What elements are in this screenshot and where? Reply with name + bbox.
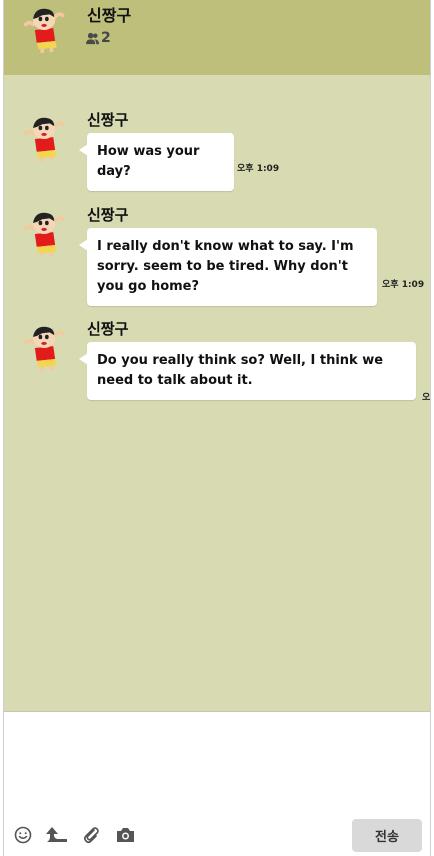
message-time: 오후 1:09 bbox=[382, 280, 425, 290]
member-count[interactable]: 2 bbox=[86, 30, 111, 46]
chat-title: 신짱구 bbox=[87, 6, 132, 25]
sender-name: 신짱구 bbox=[87, 111, 129, 129]
composer-toolbar bbox=[12, 824, 136, 846]
avatar[interactable] bbox=[22, 115, 68, 163]
share-button[interactable] bbox=[46, 824, 68, 846]
share-icon bbox=[46, 827, 67, 842]
message-time: 오 bbox=[422, 393, 430, 403]
avatar[interactable] bbox=[22, 324, 68, 372]
message-bubble: I really don't know what to say. I'm sor… bbox=[79, 228, 377, 306]
camera-icon bbox=[116, 828, 134, 842]
send-button[interactable]: 전송 bbox=[352, 819, 422, 852]
avatar[interactable] bbox=[22, 210, 68, 258]
camera-button[interactable] bbox=[114, 824, 136, 846]
chat-header: 신짱구 2 bbox=[4, 0, 430, 75]
message-input[interactable] bbox=[10, 718, 426, 822]
composer: 전송 bbox=[4, 711, 430, 856]
people-icon bbox=[86, 32, 99, 44]
attach-button[interactable] bbox=[80, 824, 102, 846]
emoji-icon bbox=[14, 826, 32, 844]
message-time: 오후 1:09 bbox=[237, 164, 280, 174]
chat-window: 신짱구 2 신짱구 How was your day? 오후 1:09 신짱구 … bbox=[3, 0, 431, 856]
attach-icon bbox=[83, 827, 99, 844]
emoji-button[interactable] bbox=[12, 824, 34, 846]
sender-name: 신짱구 bbox=[87, 206, 129, 224]
message-bubble: Do you really think so? Well, I think we… bbox=[79, 342, 416, 400]
message-bubble: How was your day? bbox=[79, 133, 234, 191]
member-count-value: 2 bbox=[101, 30, 111, 46]
sender-name: 신짱구 bbox=[87, 320, 129, 338]
avatar[interactable] bbox=[22, 6, 68, 54]
message-list[interactable]: 신짱구 How was your day? 오후 1:09 신짱구 I real… bbox=[4, 75, 430, 711]
